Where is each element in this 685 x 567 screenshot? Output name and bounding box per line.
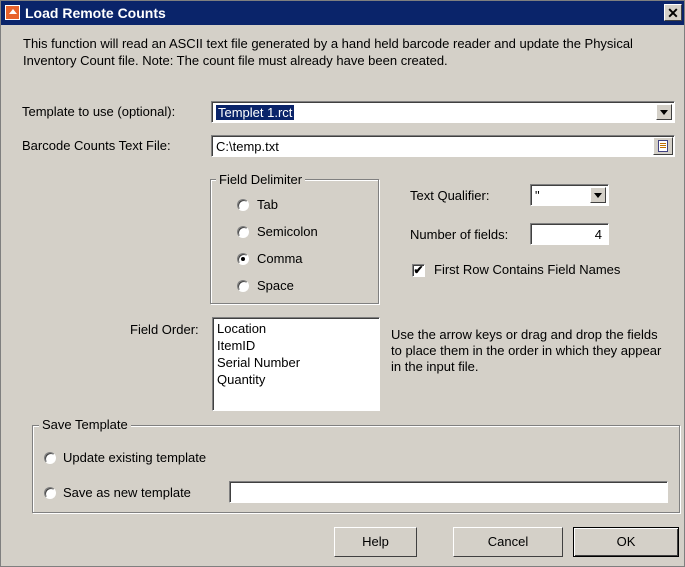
app-icon: [5, 5, 20, 20]
template-dropdown[interactable]: Templet 1.rct: [211, 101, 675, 123]
text-qualifier-dropdown[interactable]: ": [530, 184, 609, 206]
cancel-button[interactable]: Cancel: [453, 527, 563, 557]
dialog-window: Load Remote Counts ✕ This function will …: [0, 0, 685, 567]
list-item[interactable]: ItemID: [217, 338, 255, 353]
list-item[interactable]: Serial Number: [217, 355, 300, 370]
radio-update-existing[interactable]: [44, 452, 56, 464]
radio-comma-label[interactable]: Comma: [257, 251, 303, 266]
field-order-label: Field Order:: [130, 322, 199, 337]
browse-file-icon[interactable]: [653, 137, 673, 155]
template-value: Templet 1.rct: [216, 105, 295, 120]
radio-semicolon[interactable]: [237, 226, 249, 238]
number-of-fields-label: Number of fields:: [410, 227, 509, 242]
help-button[interactable]: Help: [334, 527, 417, 557]
field-delimiter-legend: Field Delimiter: [216, 172, 306, 187]
radio-tab-label[interactable]: Tab: [257, 197, 278, 212]
radio-space-label[interactable]: Space: [257, 278, 294, 293]
save-template-legend: Save Template: [39, 417, 131, 432]
barcode-file-value: C:\temp.txt: [216, 139, 279, 154]
radio-save-new-label[interactable]: Save as new template: [63, 485, 191, 500]
new-template-name-input[interactable]: [229, 481, 668, 503]
text-qualifier-value: ": [535, 188, 540, 203]
number-of-fields-input[interactable]: 4: [530, 223, 609, 245]
chevron-down-icon[interactable]: [656, 104, 672, 120]
list-item[interactable]: Location: [217, 321, 266, 336]
first-row-label[interactable]: First Row Contains Field Names: [434, 262, 620, 277]
chevron-down-icon[interactable]: [590, 187, 606, 203]
list-item[interactable]: Quantity: [217, 372, 265, 387]
radio-save-new[interactable]: [44, 487, 56, 499]
number-of-fields-value: 4: [594, 227, 602, 242]
field-order-hint: Use the arrow keys or drag and drop the …: [391, 327, 662, 374]
radio-semicolon-label[interactable]: Semicolon: [257, 224, 318, 239]
radio-tab[interactable]: [237, 199, 249, 211]
title-bar[interactable]: Load Remote Counts ✕: [1, 1, 684, 25]
radio-update-existing-label[interactable]: Update existing template: [63, 450, 206, 465]
radio-space[interactable]: [237, 280, 249, 292]
field-delimiter-group: [210, 179, 379, 304]
template-label: Template to use (optional):: [22, 104, 176, 119]
window-title: Load Remote Counts: [25, 5, 166, 21]
ok-button[interactable]: OK: [573, 527, 679, 557]
close-icon[interactable]: ✕: [664, 4, 682, 21]
barcode-file-input[interactable]: C:\temp.txt: [211, 135, 675, 157]
text-qualifier-label: Text Qualifier:: [410, 188, 490, 203]
description-text: This function will read an ASCII text fi…: [23, 36, 633, 68]
barcode-file-label: Barcode Counts Text File:: [22, 138, 171, 153]
first-row-checkbox[interactable]: ✔: [412, 264, 425, 277]
field-order-list[interactable]: Location ItemID Serial Number Quantity: [212, 317, 380, 411]
radio-comma[interactable]: [237, 253, 249, 265]
